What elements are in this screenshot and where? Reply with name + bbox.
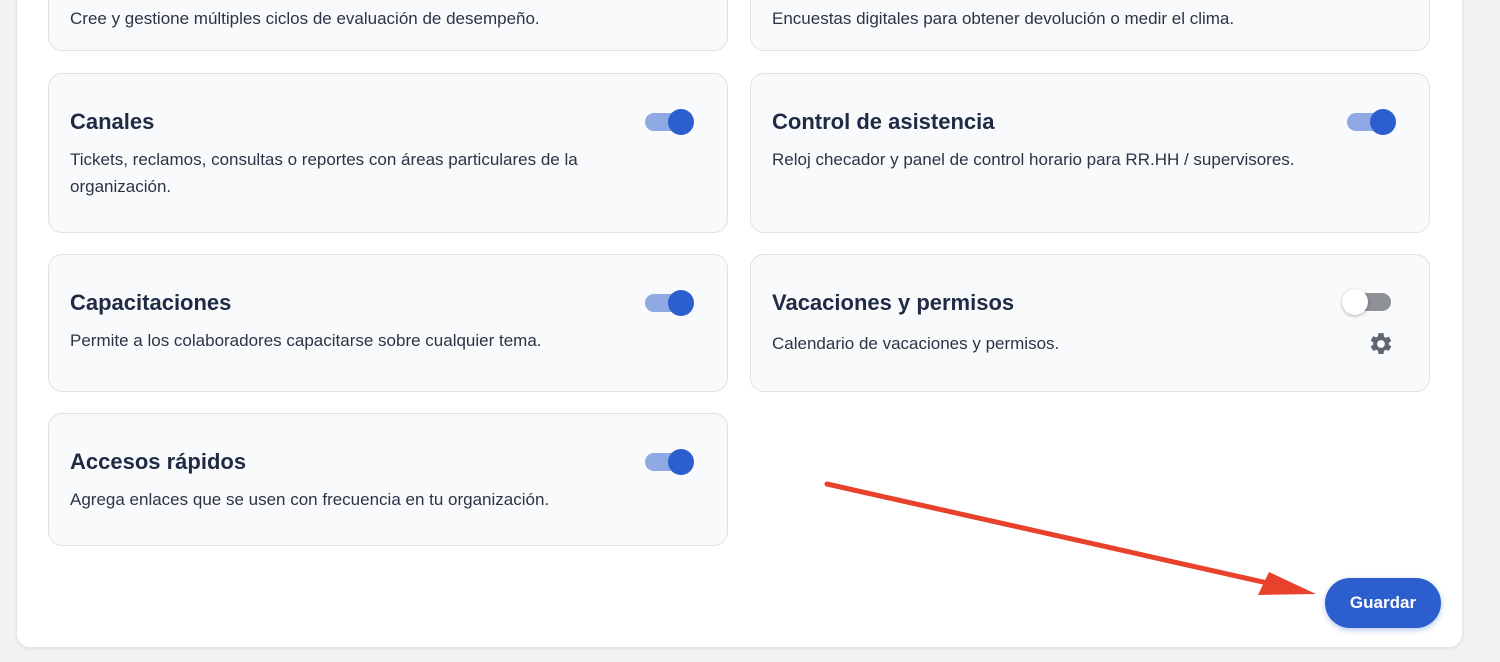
module-description: Calendario de vacaciones y permisos. (772, 334, 1060, 353)
module-title: Control de asistencia (772, 109, 995, 134)
module-card-canales: Canales Tickets, reclamos, consultas o r… (48, 73, 728, 233)
gear-icon[interactable] (1368, 331, 1394, 357)
module-toggle[interactable] (645, 449, 695, 475)
module-title: Accesos rápidos (70, 449, 247, 474)
module-title: Capacitaciones (70, 290, 232, 315)
module-description: Agrega enlaces que se usen con frecuenci… (70, 490, 550, 509)
module-description: Permite a los colaboradores capacitarse … (70, 331, 542, 350)
module-description: Encuestas digitales para obtener devoluc… (772, 9, 1235, 28)
module-card-performance: Cree y gestione múltiples ciclos de eval… (48, 0, 728, 51)
module-title: Canales (70, 109, 155, 134)
module-title: Vacaciones y permisos (772, 290, 1015, 315)
module-card-vacaciones: Vacaciones y permisos Calendario de vaca… (750, 254, 1430, 392)
module-description: Cree y gestione múltiples ciclos de eval… (70, 9, 540, 28)
module-toggle[interactable] (645, 109, 695, 135)
module-card-surveys: Encuestas digitales para obtener devoluc… (750, 0, 1430, 51)
module-card-capacitaciones: Capacitaciones Permite a los colaborador… (48, 254, 728, 392)
module-description: Tickets, reclamos, consultas o reportes … (70, 150, 578, 196)
save-button[interactable]: Guardar (1325, 578, 1441, 628)
module-description: Reloj checador y panel de control horari… (772, 150, 1295, 169)
module-toggle[interactable] (645, 290, 695, 316)
module-toggle[interactable] (1347, 109, 1397, 135)
module-toggle[interactable] (1342, 289, 1393, 315)
module-card-control-asistencia: Control de asistencia Reloj checador y p… (750, 73, 1430, 233)
module-card-accesos-rapidos: Accesos rápidos Agrega enlaces que se us… (48, 413, 728, 546)
